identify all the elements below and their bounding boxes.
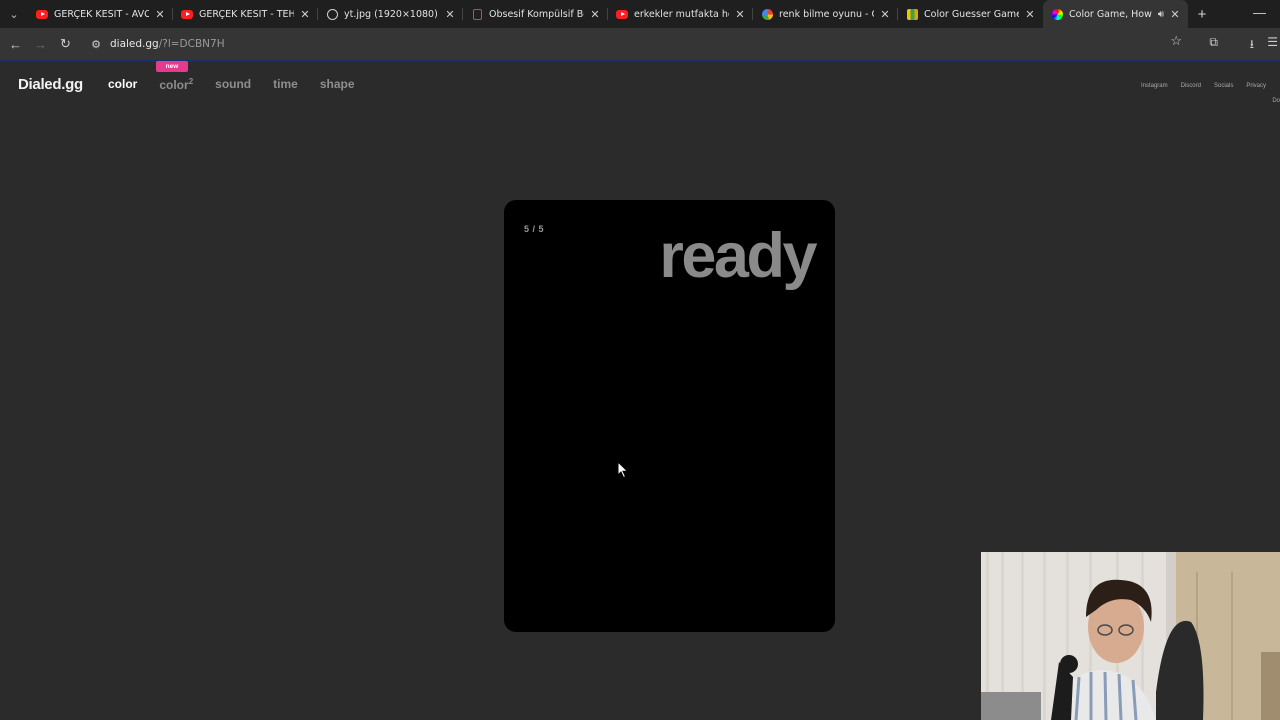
youtube-icon [181, 8, 193, 20]
footer-links: Instagram Discord Socials Privacy [1141, 83, 1266, 89]
youtube-icon [36, 8, 48, 20]
close-icon[interactable]: ✕ [298, 8, 312, 21]
tab-title: erkekler mutfakta her işi y [634, 8, 729, 20]
close-icon[interactable]: ✕ [1168, 8, 1182, 21]
tab-title: renk bilme oyunu - Goog [779, 8, 874, 20]
site-logo[interactable]: Dialed.gg [18, 76, 83, 93]
tab-title: GERÇEK KESİT - TEHLİKELİ [199, 8, 294, 20]
browser-tab[interactable]: Obsesif Kompülsif Bozukl ✕ [463, 0, 608, 28]
site-info-icon[interactable]: ⚙ [86, 38, 106, 51]
address-bar[interactable]: ⚙ dialed.gg/?l=DCBN7H [86, 32, 1194, 56]
close-icon[interactable]: ✕ [153, 8, 167, 21]
menu-icon[interactable]: ☰ [1267, 35, 1278, 49]
browser-tab[interactable]: renk bilme oyunu - Goog ✕ [753, 0, 898, 28]
close-icon[interactable]: ✕ [443, 8, 457, 21]
webcam-overlay [981, 552, 1280, 720]
url-text[interactable]: dialed.gg/?l=DCBN7H [110, 38, 225, 50]
color-wheel-icon [1051, 8, 1063, 20]
link-socials[interactable]: Socials [1214, 83, 1233, 89]
back-icon[interactable]: ← [3, 37, 28, 52]
browser-tab[interactable]: yt.jpg (1920×1080) ✕ [318, 0, 463, 28]
tab-title: Color Guesser Game | Gu [924, 8, 1019, 20]
extensions-icon[interactable]: ⧉ [1209, 35, 1218, 50]
new-tab-button[interactable]: + [1190, 6, 1214, 23]
link-discord[interactable]: Discord [1181, 83, 1201, 89]
status-text: ready [659, 221, 817, 291]
round-counter: 5 / 5 [524, 224, 545, 234]
nav-color[interactable]: color [108, 77, 137, 92]
game-card[interactable]: 5 / 5 ready [504, 200, 835, 632]
download-icon[interactable]: ⭳ [1250, 35, 1254, 56]
tab-title: Obsesif Kompülsif Bozukl [489, 8, 584, 20]
browser-tab-active[interactable]: Color Game, How We 🔊︎ ✕ [1043, 0, 1188, 28]
close-icon[interactable]: ✕ [733, 8, 747, 21]
truncated-link[interactable]: Do [1272, 98, 1280, 104]
browser-tab[interactable]: Color Guesser Game | Gu ✕ [898, 0, 1043, 28]
globe-icon [326, 8, 338, 20]
nav-color-squared[interactable]: color2 [159, 77, 193, 92]
bookmark-star-icon[interactable]: ☆ [1170, 33, 1182, 49]
browser-tab[interactable]: GERÇEK KESİT - TEHLİKELİ ✕ [173, 0, 318, 28]
tab-title: yt.jpg (1920×1080) [344, 8, 438, 20]
tab-title: GERÇEK KESİT - AVCI - Yo [54, 8, 149, 20]
link-instagram[interactable]: Instagram [1141, 83, 1168, 89]
mouse-cursor-icon [617, 461, 629, 479]
browser-tab[interactable]: GERÇEK KESİT - AVCI - Yo ✕ [28, 0, 173, 28]
tab-title: Color Game, How We [1069, 8, 1154, 20]
nav-shape[interactable]: shape [320, 77, 355, 92]
tab-strip: ⌄ GERÇEK KESİT - AVCI - Yo ✕ GERÇEK KESİ… [0, 0, 1280, 28]
close-icon[interactable]: ✕ [1023, 8, 1037, 21]
forward-icon[interactable]: → [28, 37, 53, 52]
youtube-icon [616, 8, 628, 20]
document-icon [471, 8, 483, 20]
nav-time[interactable]: time [273, 77, 298, 92]
reload-icon[interactable]: ↻ [53, 36, 78, 52]
link-privacy[interactable]: Privacy [1246, 83, 1266, 89]
close-icon[interactable]: ✕ [588, 8, 602, 21]
minimize-icon[interactable]: — [1253, 5, 1266, 20]
browser-tab[interactable]: erkekler mutfakta her işi y ✕ [608, 0, 753, 28]
close-icon[interactable]: ✕ [878, 8, 892, 21]
game-nav: color color2 sound time shape [108, 77, 355, 92]
speaker-icon[interactable]: 🔊︎ [1158, 9, 1164, 20]
new-badge: new [156, 61, 188, 72]
browser-toolbar: ← → ↻ ⚙ dialed.gg/?l=DCBN7H [0, 28, 1280, 60]
color-guesser-icon [906, 8, 918, 20]
page: Dialed.gg new color color2 sound time sh… [0, 61, 1280, 720]
tab-search-icon[interactable]: ⌄ [0, 0, 28, 28]
google-icon [761, 8, 773, 20]
nav-sound[interactable]: sound [215, 77, 251, 92]
